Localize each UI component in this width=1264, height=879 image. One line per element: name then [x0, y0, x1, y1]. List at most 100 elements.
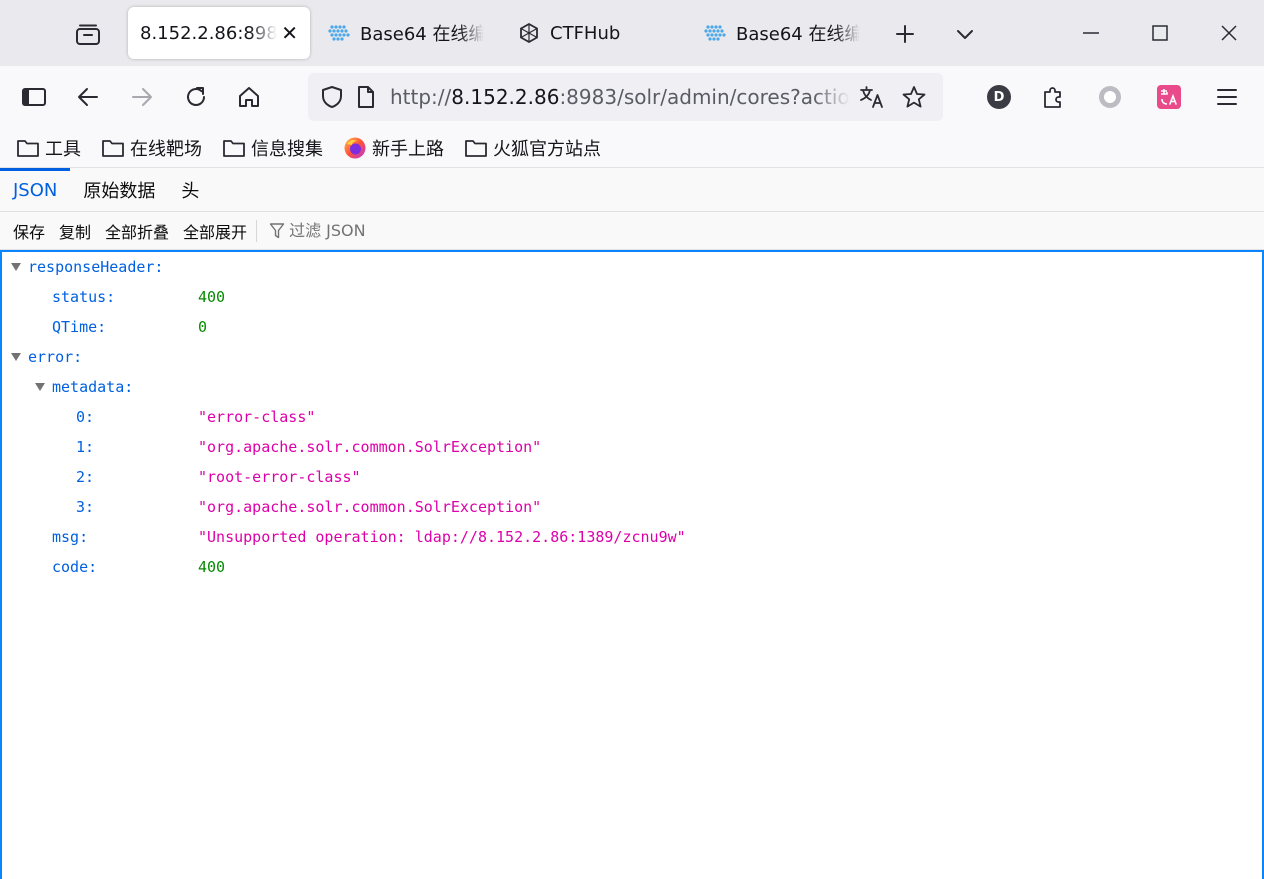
json-key: msg: — [52, 528, 89, 546]
forward-button[interactable] — [123, 78, 161, 116]
json-value: 0 — [198, 318, 208, 336]
expand-all-button[interactable]: 全部展开 — [176, 217, 254, 245]
filter-json-input[interactable] — [289, 221, 550, 240]
tab-headers[interactable]: 头 — [168, 168, 212, 212]
close-window-button[interactable] — [1206, 12, 1252, 54]
minimize-icon — [1083, 32, 1099, 34]
tab-overview-button[interactable] — [70, 16, 106, 52]
json-key: code: — [52, 558, 98, 576]
tab-label: CTFHub — [550, 22, 621, 44]
json-value: 400 — [198, 288, 226, 306]
json-key: error: — [28, 348, 83, 366]
json-row-code[interactable]: code: 400 — [2, 552, 1262, 582]
url-host: 8.152.2.86 — [451, 85, 560, 109]
bookmark-label: 工具 — [45, 138, 81, 160]
bookmarks-toolbar: 工具 在线靶场 信息搜集 新手上路 火狐官方站点 — [0, 128, 1264, 168]
twisty-expanded-icon[interactable] — [34, 381, 46, 393]
tab-ctfhub[interactable]: CTFHub — [506, 7, 686, 59]
json-row-metadata-item[interactable]: 1: "org.apache.solr.common.SolrException… — [2, 432, 1262, 462]
navigation-toolbar: http://8.152.2.86:8983/solr/admin/cores?… — [0, 66, 1264, 128]
bookmark-folder-info-gathering[interactable]: 信息搜集 — [222, 135, 323, 161]
folder-icon — [101, 137, 125, 159]
json-value: "Unsupported operation: ldap://8.152.2.8… — [198, 528, 686, 546]
translation-extension-icon — [1157, 85, 1181, 109]
tab-label: Base64 在线编码解码 — [360, 24, 484, 45]
json-row-qtime[interactable]: QTime: 0 — [2, 312, 1262, 342]
page-info-icon[interactable] — [350, 81, 382, 113]
list-all-tabs-button[interactable] — [947, 16, 983, 52]
json-row-error[interactable]: error: — [2, 342, 1262, 372]
tab-base64-2[interactable]: Base64 在线编码解码 — [692, 7, 872, 59]
json-row-status[interactable]: status: 400 — [2, 282, 1262, 312]
record-circle-icon — [1099, 86, 1121, 108]
save-button[interactable]: 保存 — [6, 217, 52, 245]
tab-json[interactable]: JSON — [0, 168, 71, 212]
reload-button[interactable] — [177, 78, 215, 116]
bookmark-label: 新手上路 — [372, 138, 444, 160]
tab-solr-admin[interactable]: 8.152.2.86:8983/solr/admin ✕ — [128, 7, 310, 59]
bookmark-label: 火狐官方站点 — [493, 138, 601, 160]
json-value: "org.apache.solr.common.SolrException" — [198, 438, 542, 456]
filter-funnel-icon — [269, 222, 285, 238]
json-row-responseheader[interactable]: responseHeader: — [2, 252, 1262, 282]
tracking-protection-shield-icon[interactable] — [316, 81, 348, 113]
json-row-msg[interactable]: msg: "Unsupported operation: ldap://8.15… — [2, 522, 1262, 552]
sidebar-toggle-button[interactable] — [15, 78, 53, 116]
json-viewer-toolbar: 保存 复制 全部折叠 全部展开 — [0, 212, 1264, 250]
account-button[interactable]: D — [980, 78, 1018, 116]
folder-icon — [16, 137, 40, 159]
app-menu-button[interactable] — [1208, 78, 1246, 116]
json-key: QTime: — [52, 318, 107, 336]
collapse-all-button[interactable]: 全部折叠 — [98, 217, 176, 245]
minimize-button[interactable] — [1068, 12, 1114, 54]
url-bar[interactable]: http://8.152.2.86:8983/solr/admin/cores?… — [308, 73, 943, 121]
bookmark-folder-firefox-official[interactable]: 火狐官方站点 — [464, 135, 601, 161]
puzzle-piece-icon — [1044, 87, 1061, 108]
folder-icon — [464, 137, 488, 159]
json-row-metadata-item[interactable]: 2: "root-error-class" — [2, 462, 1262, 492]
json-tree: responseHeader: status: 400 QTime: 0 err… — [0, 250, 1264, 879]
back-button[interactable] — [69, 78, 107, 116]
bookmark-star-icon[interactable] — [898, 81, 930, 113]
json-row-metadata[interactable]: metadata: — [2, 372, 1262, 402]
close-tab-icon[interactable]: ✕ — [281, 21, 298, 45]
bookmark-folder-online-range[interactable]: 在线靶场 — [101, 135, 202, 161]
home-button[interactable] — [230, 78, 268, 116]
tab-base64-1[interactable]: Base64 在线编码解码 — [316, 7, 496, 59]
json-value: "error-class" — [198, 408, 316, 426]
bookmark-getting-started[interactable]: 新手上路 — [343, 135, 444, 161]
json-value: "org.apache.solr.common.SolrException" — [198, 498, 542, 516]
url-text[interactable]: http://8.152.2.86:8983/solr/admin/cores?… — [390, 85, 850, 109]
tab-raw-data[interactable]: 原始数据 — [70, 168, 168, 212]
folder-icon — [222, 137, 246, 159]
copy-button[interactable]: 复制 — [52, 217, 98, 245]
plus-icon — [896, 25, 914, 43]
translate-icon[interactable] — [856, 81, 888, 113]
twisty-expanded-icon[interactable] — [10, 261, 22, 273]
json-key: 3: — [76, 498, 95, 516]
extensions-button[interactable] — [1034, 78, 1072, 116]
sidebar-icon — [22, 88, 46, 106]
maximize-button[interactable] — [1137, 12, 1183, 54]
close-icon — [1221, 25, 1237, 41]
bookmark-folder-tools[interactable]: 工具 — [16, 135, 81, 161]
json-key: status: — [52, 288, 116, 306]
base64-site-icon — [704, 22, 726, 44]
extension-gray-button[interactable] — [1091, 78, 1129, 116]
json-key: responseHeader: — [28, 258, 164, 276]
json-value: 400 — [198, 558, 226, 576]
firefox-icon — [343, 137, 367, 159]
maximize-icon — [1152, 25, 1168, 41]
filter-box[interactable] — [263, 217, 563, 245]
tab-overview-icon — [76, 24, 100, 45]
tab-label: 8.152.2.86:8983/solr/admin — [140, 22, 278, 44]
reload-icon — [187, 87, 205, 106]
translation-extension-button[interactable] — [1150, 78, 1188, 116]
json-row-metadata-item[interactable]: 0: "error-class" — [2, 402, 1262, 432]
url-scheme: http:// — [390, 85, 452, 109]
json-row-metadata-item[interactable]: 3: "org.apache.solr.common.SolrException… — [2, 492, 1262, 522]
new-tab-button[interactable] — [887, 16, 923, 52]
account-avatar: D — [987, 85, 1011, 109]
twisty-expanded-icon[interactable] — [10, 351, 22, 363]
bookmark-label: 在线靶场 — [130, 138, 202, 160]
